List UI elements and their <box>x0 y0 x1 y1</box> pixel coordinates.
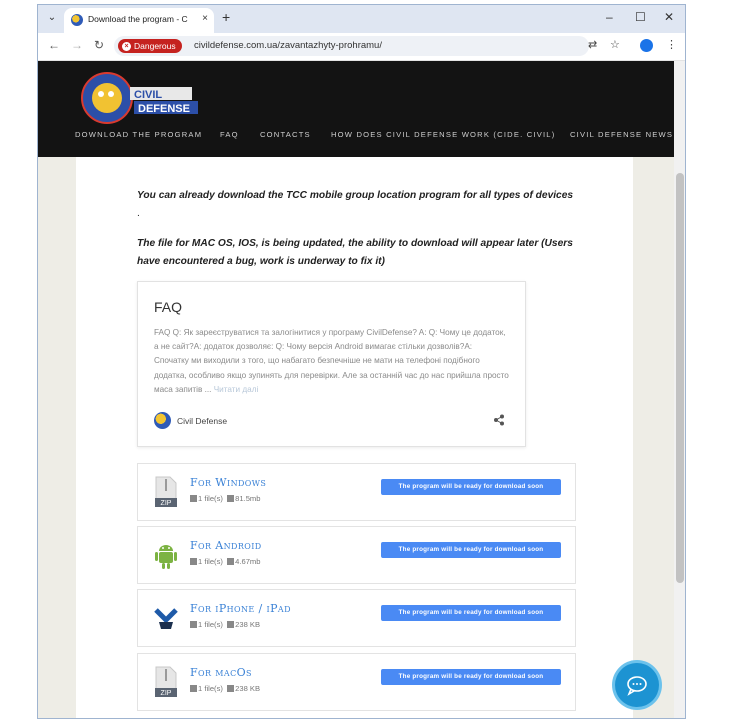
browser-tab[interactable]: Download the program - Civil D × <box>64 8 214 33</box>
security-label: Dangerous <box>134 41 176 51</box>
files-icon <box>190 495 197 502</box>
faq-title[interactable]: FAQ <box>154 299 182 315</box>
file-size: 238 KB <box>235 620 261 629</box>
share-icon[interactable] <box>493 414 505 426</box>
file-count: 1 file(s) <box>198 620 223 629</box>
maximize-button[interactable]: ☐ <box>635 10 646 24</box>
tab-strip: ⌄ Download the program - Civil D × + – ☐… <box>38 5 685 33</box>
download-button[interactable]: The program will be ready for download s… <box>381 542 561 558</box>
site-header: CIVIL DEFENSE DOWNLOAD THE PROGRAM FAQ C… <box>38 61 674 157</box>
download-card-android: For Android 1 file(s) 4.67mb The program… <box>137 526 576 584</box>
download-title[interactable]: For iPhone / iPad <box>190 602 291 615</box>
scrollbar-thumb[interactable] <box>676 173 684 583</box>
translate-icon[interactable]: ⇄ <box>588 38 597 51</box>
new-tab-button[interactable]: + <box>222 9 230 25</box>
zip-label: ZIP <box>161 500 172 507</box>
read-more-link[interactable]: Читати далі <box>214 385 259 394</box>
nav-contacts[interactable]: CONTACTS <box>260 130 311 139</box>
browser-window: ⌄ Download the program - Civil D × + – ☐… <box>37 4 686 719</box>
download-meta: 1 file(s) 4.67mb <box>190 557 260 566</box>
faq-text: FAQ Q: Як зареєструватися та залогінитис… <box>154 328 509 394</box>
nav-download-program[interactable]: DOWNLOAD THE PROGRAM <box>75 130 202 139</box>
page-scrollbar[interactable] <box>674 61 685 718</box>
author-avatar <box>154 412 171 429</box>
download-title[interactable]: For macOs <box>190 666 252 679</box>
download-meta: 1 file(s) 238 KB <box>190 620 260 629</box>
file-count: 1 file(s) <box>198 494 223 503</box>
main-content: You can already download the TCC mobile … <box>76 157 633 718</box>
security-badge[interactable]: × Dangerous <box>118 39 182 53</box>
ipad-icon <box>154 608 178 629</box>
files-icon <box>190 685 197 692</box>
tab-close-icon[interactable]: × <box>202 13 208 24</box>
files-icon <box>190 621 197 628</box>
nav-faq[interactable]: FAQ <box>220 130 239 139</box>
file-count: 1 file(s) <box>198 684 223 693</box>
update-notice: The file for MAC OS, IOS, is being updat… <box>137 238 573 267</box>
url-text[interactable]: civildefense.com.ua/zavantazhyty-prohram… <box>194 40 382 51</box>
minimize-button[interactable]: – <box>606 10 613 24</box>
size-icon <box>227 621 235 628</box>
browser-toolbar: ← → ↻ × Dangerous civildefense.com.ua/za… <box>38 33 685 61</box>
download-card-iphone: For iPhone / iPad 1 file(s) 238 KB The p… <box>137 589 576 647</box>
tab-search-chevron-icon[interactable]: ⌄ <box>44 10 60 26</box>
zip-icon: ZIP <box>155 476 177 507</box>
bookmark-star-icon[interactable]: ☆ <box>610 38 620 51</box>
tab-title: Download the program - Civil D <box>88 14 188 24</box>
download-card-windows: ZIP For Windows 1 file(s) 81.5mb The pro… <box>137 463 576 521</box>
download-title[interactable]: For Android <box>190 539 262 552</box>
intro-dot: . <box>137 208 140 219</box>
file-size: 4.67mb <box>235 557 261 566</box>
download-button[interactable]: The program will be ready for download s… <box>381 669 561 685</box>
reload-icon[interactable]: ↻ <box>94 38 104 52</box>
android-icon <box>155 545 177 569</box>
size-icon <box>227 495 235 502</box>
chat-bubble-icon <box>627 676 647 696</box>
back-arrow-icon[interactable]: ← <box>48 38 60 52</box>
download-meta: 1 file(s) 238 KB <box>190 684 260 693</box>
zip-icon: ZIP <box>155 666 177 697</box>
tab-favicon-icon <box>71 14 83 26</box>
page-viewport: CIVIL DEFENSE DOWNLOAD THE PROGRAM FAQ C… <box>38 61 674 718</box>
svg-text:CIVIL: CIVIL <box>134 89 162 101</box>
file-count: 1 file(s) <box>198 557 223 566</box>
faq-card[interactable]: FAQ FAQ Q: Як зареєструватися та залогін… <box>137 281 526 447</box>
file-size: 238 KB <box>235 684 261 693</box>
profile-avatar[interactable] <box>640 39 653 52</box>
download-button[interactable]: The program will be ready for download s… <box>381 605 561 621</box>
address-bar[interactable]: × Dangerous civildefense.com.ua/zavantaz… <box>114 36 589 56</box>
download-card-macos: ZIP For macOs 1 file(s) 238 KB The progr… <box>137 653 576 711</box>
faq-excerpt: FAQ Q: Як зареєструватися та залогінитис… <box>154 326 509 397</box>
zip-label: ZIP <box>161 690 172 697</box>
download-meta: 1 file(s) 81.5mb <box>190 494 260 503</box>
civil-defense-logo[interactable]: CIVIL DEFENSE <box>80 71 198 125</box>
nav-how-it-works[interactable]: HOW DOES CIVIL DEFENSE WORK (CIDE. CIVIL… <box>331 130 555 139</box>
size-icon <box>227 558 235 565</box>
size-icon <box>227 685 235 692</box>
files-icon <box>190 558 197 565</box>
download-title[interactable]: For Windows <box>190 476 266 489</box>
svg-text:DEFENSE: DEFENSE <box>138 103 190 115</box>
file-size: 81.5mb <box>235 494 261 503</box>
download-button[interactable]: The program will be ready for download s… <box>381 479 561 495</box>
forward-arrow-icon[interactable]: → <box>71 38 83 52</box>
menu-kebab-icon[interactable]: ⋮ <box>666 38 677 51</box>
nav-news[interactable]: CIVIL DEFENSE NEWS <box>570 130 673 139</box>
danger-icon: × <box>122 41 131 51</box>
close-window-button[interactable]: ✕ <box>664 10 674 24</box>
intro-text: You can already download the TCC mobile … <box>137 190 574 201</box>
chat-button[interactable] <box>615 663 659 707</box>
faq-author[interactable]: Civil Defense <box>177 416 227 426</box>
